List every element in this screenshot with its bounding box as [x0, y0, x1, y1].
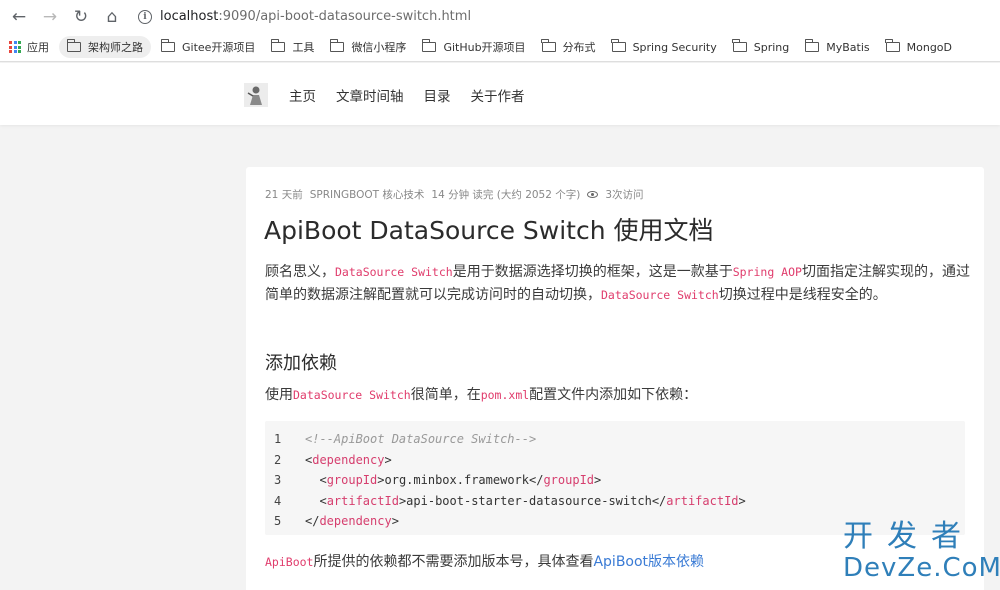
folder-icon: [611, 39, 626, 52]
section-heading: 添加依赖: [265, 353, 337, 374]
line-number: 1: [274, 432, 282, 447]
nav-timeline[interactable]: 文章时间轴: [336, 85, 404, 105]
info-icon[interactable]: i: [138, 9, 152, 24]
folder-icon: [541, 39, 556, 52]
watermark-en: DevZe.CoM: [843, 553, 1000, 583]
folder-icon: [330, 39, 345, 52]
site-header: 主页 文章时间轴 目录 关于作者: [0, 63, 1000, 125]
code-block[interactable]: 1 <!--ApiBoot DataSource Switch--> 2 < depe…: [265, 421, 965, 535]
bookmark-folder-miniprogram[interactable]: 微信小程序: [330, 39, 406, 55]
folder-icon: [160, 39, 175, 52]
eye-icon: [587, 191, 599, 198]
site-nav: 主页 文章时间轴 目录 关于作者: [289, 85, 545, 105]
line-number: 2: [274, 452, 282, 467]
bookmark-folder-mongodb[interactable]: MongoD: [885, 39, 952, 54]
nav-about-author[interactable]: 关于作者: [471, 85, 525, 105]
url-path: :9090/api-boot-datasource-switch.html: [218, 9, 472, 24]
line-number: 4: [274, 493, 282, 508]
line-number: 3: [274, 473, 282, 488]
bookmarks-bar: 应用 架构师之路 Gitee开源项目 工具 微信小程序 GitHub开源项目 分…: [0, 33, 1000, 62]
back-arrow-icon[interactable]: ←: [8, 6, 30, 28]
inline-code: DataSource Switch: [293, 388, 411, 402]
intro-paragraph: 顾名思义，DataSource Switch是用于数据源选择切换的框架，这是一款…: [265, 264, 970, 303]
code-line: 4 < artifactId > api-boot-starter-datasourc…: [265, 491, 965, 512]
folder-icon: [66, 39, 81, 52]
folder-icon: [271, 39, 286, 52]
bookmark-apps[interactable]: 应用: [9, 39, 49, 55]
bookmark-folder-spring-security[interactable]: Spring Security: [611, 39, 717, 54]
inline-code: DataSource Switch: [601, 288, 719, 302]
folder-icon: [732, 39, 747, 52]
browser-toolbar: ← → ↻ ⌂ i localhost:9090/api-boot-dataso…: [0, 0, 1000, 33]
article-title: ApiBoot DataSource Switch 使用文档: [264, 216, 714, 245]
bookmark-folder-tools[interactable]: 工具: [271, 39, 314, 55]
code-line: 1 <!--ApiBoot DataSource Switch-->: [265, 429, 965, 450]
bookmark-folder-spring[interactable]: Spring: [732, 39, 789, 54]
home-icon[interactable]: ⌂: [101, 6, 123, 28]
bookmark-folder-distributed[interactable]: 分布式: [541, 39, 596, 55]
folder-icon: [422, 39, 437, 52]
address-bar[interactable]: i localhost:9090/api-boot-datasource-swi…: [138, 9, 471, 24]
folder-icon: [885, 39, 900, 52]
watermark-logo: 开发者 DevZe.CoM: [843, 519, 1000, 586]
code-line: 3 < groupId > org.minbox.framework </groupId…: [265, 470, 965, 491]
nav-catalog[interactable]: 目录: [424, 85, 451, 105]
inline-code: Spring AOP: [732, 265, 802, 279]
forward-arrow-icon[interactable]: →: [39, 6, 61, 28]
url-host: localhost: [160, 9, 219, 24]
bookmark-folder-mybatis[interactable]: MyBatis: [804, 39, 870, 54]
meta-read-time: 14 分钟 读完 (大约 2052 个字): [431, 189, 581, 201]
inline-code: ApiBoot: [265, 555, 314, 569]
meta-views: 3次访问: [605, 189, 644, 201]
meta-category[interactable]: SPRINGBOOT 核心技术: [310, 187, 425, 202]
inline-code: pom.xml: [480, 388, 530, 402]
nav-home[interactable]: 主页: [289, 85, 316, 105]
apps-grid-icon: [9, 41, 21, 53]
article-meta: 21 天前 SPRINGBOOT 核心技术 14 分钟 读完 (大约 2052 …: [265, 187, 651, 202]
bookmark-folder-github[interactable]: GitHub开源项目: [422, 39, 526, 55]
code-line: 2 < dependency >: [265, 450, 965, 471]
bookmark-folder-gitee[interactable]: Gitee开源项目: [160, 39, 255, 55]
line-number: 5: [274, 514, 282, 529]
reload-icon[interactable]: ↻: [70, 6, 92, 28]
bookmark-folder-architect[interactable]: 架构师之路: [59, 36, 151, 58]
site-logo-icon[interactable]: [244, 83, 268, 107]
apiboot-version-link[interactable]: ApiBoot版本依赖: [593, 554, 704, 570]
meta-posted: 21 天前: [265, 189, 303, 201]
inline-code: DataSource Switch: [335, 265, 453, 279]
watermark-cn: 开发者: [843, 519, 975, 554]
folder-icon: [804, 39, 820, 52]
usage-paragraph: 使用DataSource Switch很简单，在pom.xml配置文件内添加如下…: [265, 387, 698, 403]
